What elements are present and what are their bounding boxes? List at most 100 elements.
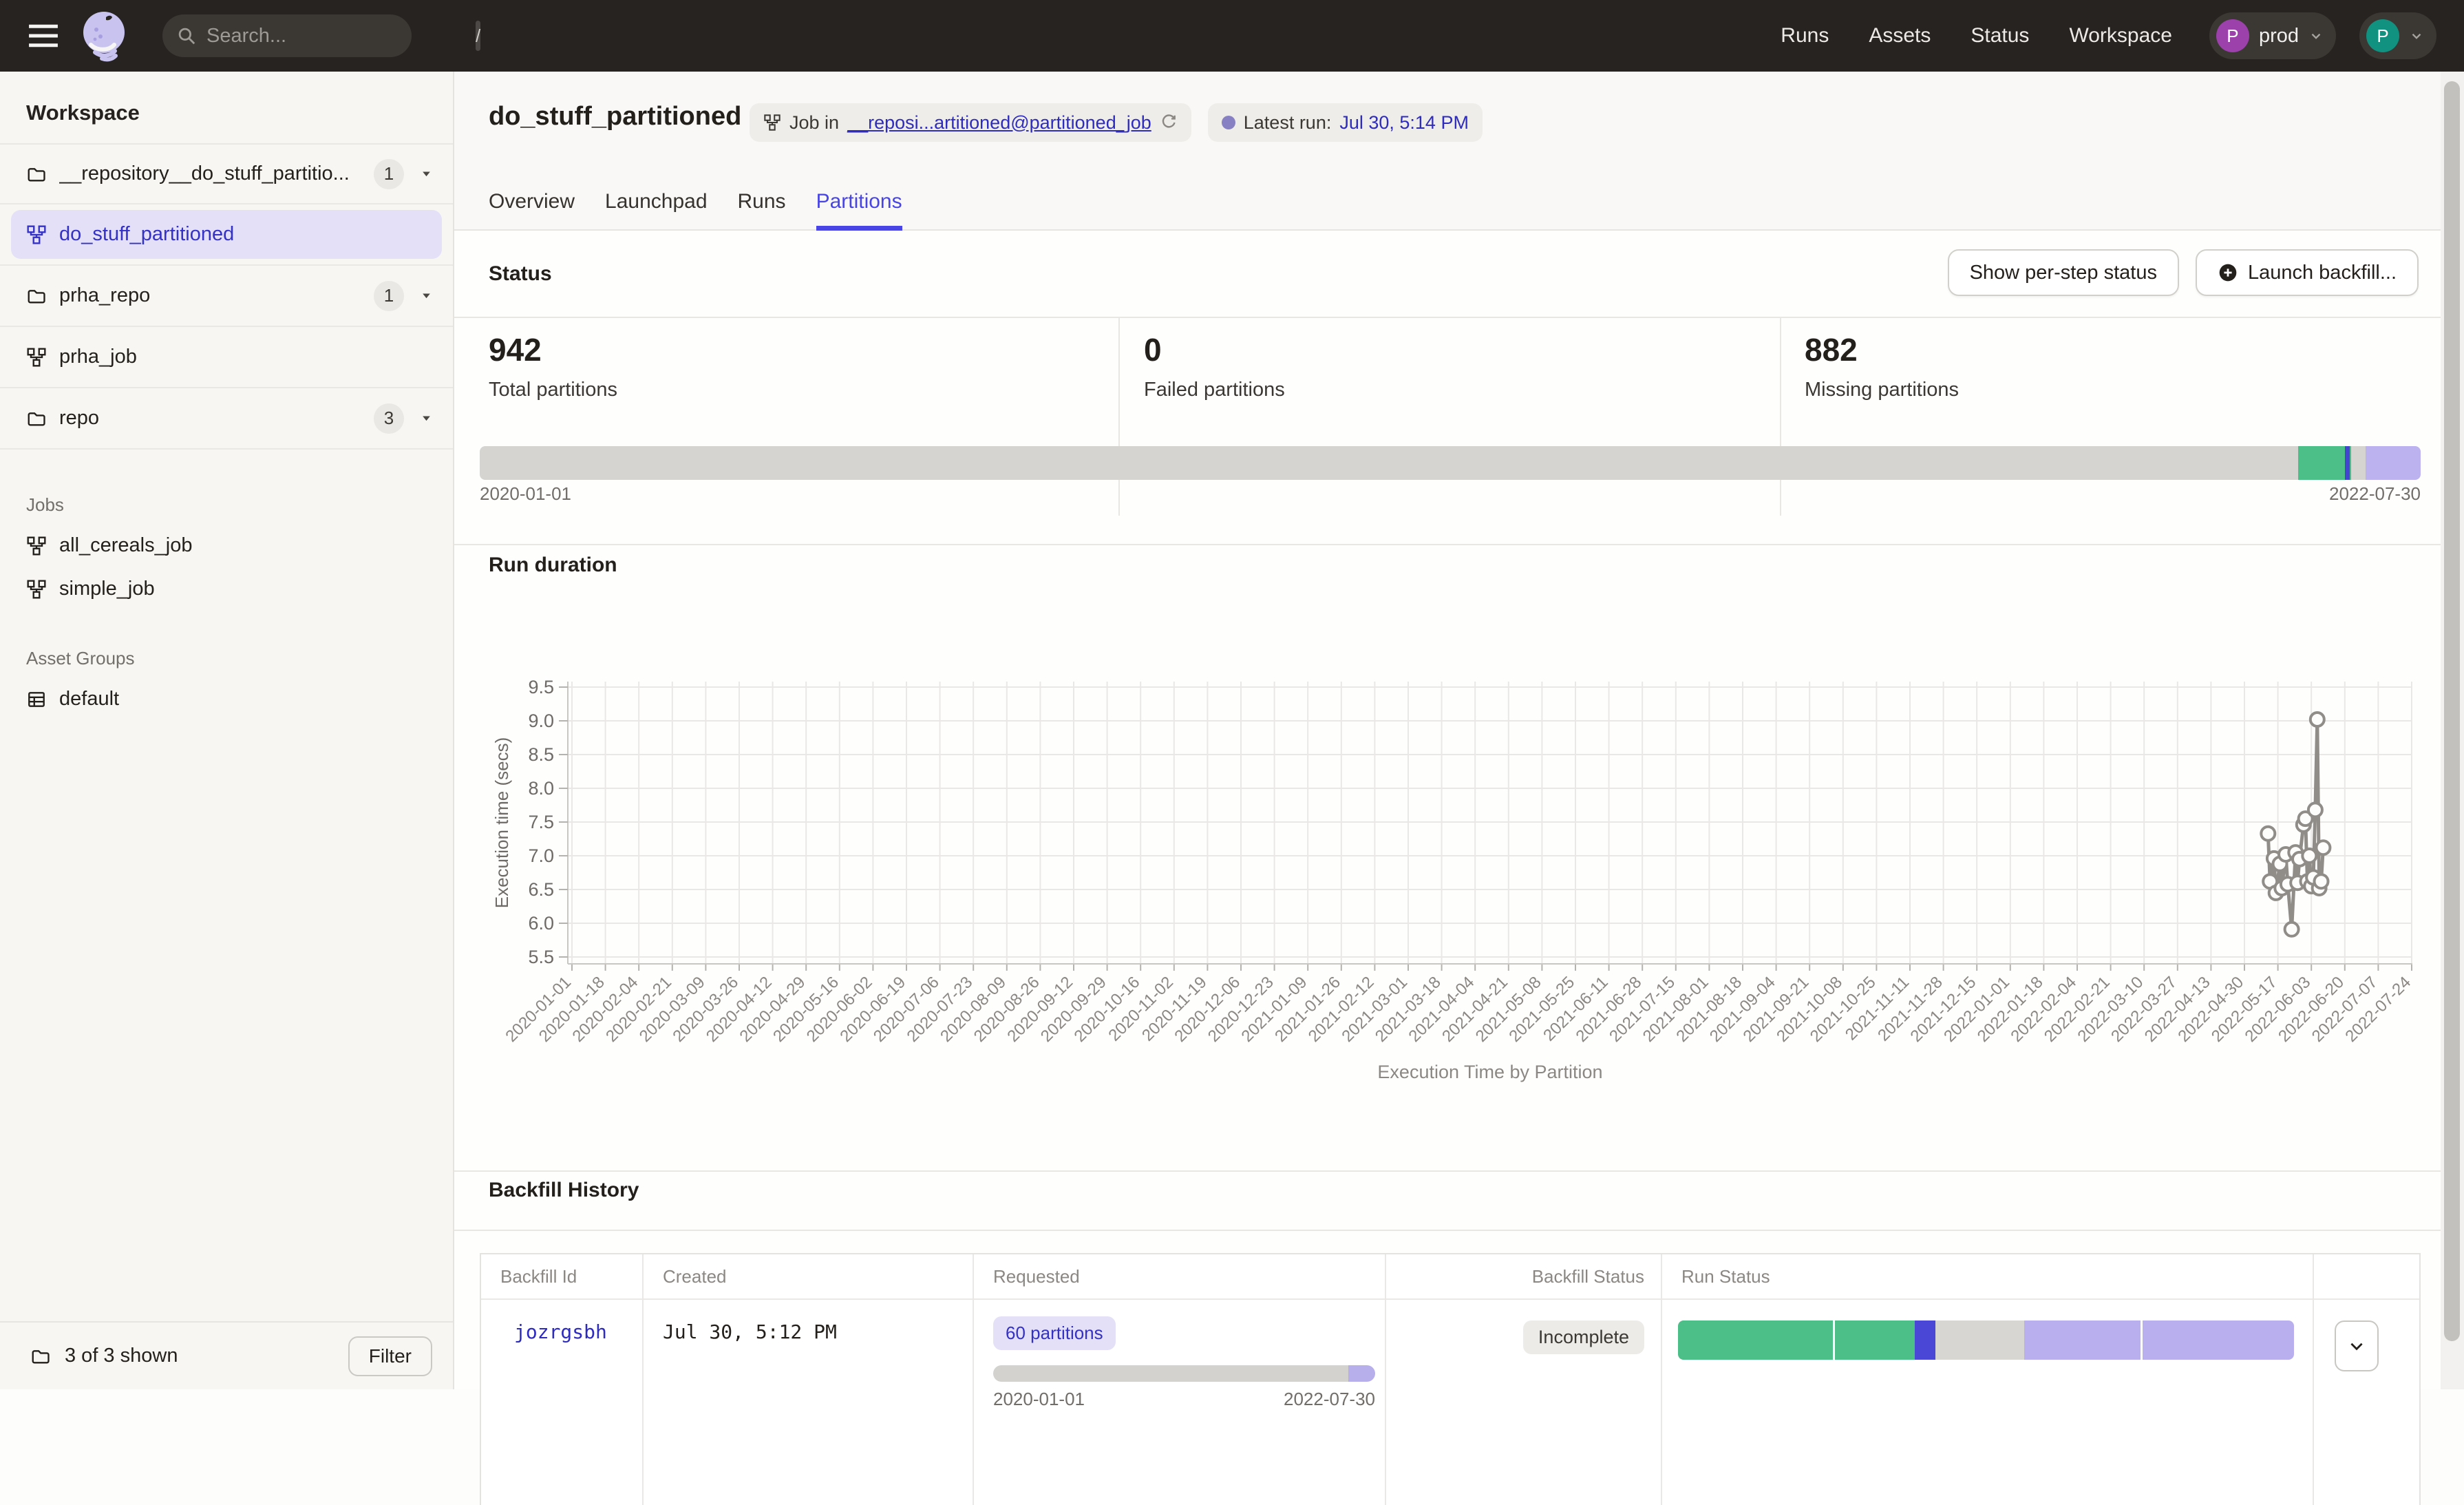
backfill-id-link[interactable]: jozrgsbh xyxy=(481,1298,644,1505)
deployment-label: prod xyxy=(2259,25,2299,48)
topnav-links: Runs Assets Status Workspace xyxy=(1781,24,2172,48)
y-tick-label: 6.5 xyxy=(528,879,554,900)
column-header-backfill-id: Backfill Id xyxy=(481,1254,644,1298)
stat-label: Total partitions xyxy=(489,379,617,401)
expand-caret-icon[interactable] xyxy=(421,168,432,180)
sidebar-section-label: Jobs xyxy=(0,494,453,516)
stat-value: 942 xyxy=(489,332,617,368)
sidebar-item-label: __repository__do_stuff_partitio... xyxy=(59,162,350,185)
backfill-created: Jul 30, 5:12 PM xyxy=(644,1298,974,1505)
data-point xyxy=(2261,827,2275,841)
nav-link-workspace[interactable]: Workspace xyxy=(2069,24,2172,48)
hamburger-menu-icon[interactable] xyxy=(28,24,59,48)
y-axis-label: Execution time (secs) xyxy=(491,737,512,909)
data-point xyxy=(2311,713,2324,726)
sidebar-item-repo[interactable]: repo3 xyxy=(0,388,453,450)
backfill-requested-cell: 60 partitions2020-01-012022-07-30 xyxy=(974,1298,1386,1505)
job-icon xyxy=(763,114,781,131)
nav-link-status[interactable]: Status xyxy=(1971,24,2029,48)
sidebar-item--repository-do-stuff-partitio-[interactable]: __repository__do_stuff_partitio... 1 xyxy=(0,143,453,204)
y-tick-label: 7.5 xyxy=(528,812,554,832)
repository-list: __repository__do_stuff_partitio... 1 do_st… xyxy=(0,143,453,450)
launch-backfill-button[interactable]: Launch backfill... xyxy=(2196,249,2419,296)
latest-run-link[interactable]: Jul 30, 5:14 PM xyxy=(1339,112,1469,134)
partition-status-bar[interactable] xyxy=(480,446,2421,480)
folder-icon xyxy=(26,408,47,429)
expand-row-button[interactable] xyxy=(2335,1320,2379,1371)
reload-icon[interactable] xyxy=(1160,114,1178,131)
sidebar-section-asset-groups: Asset Groups default xyxy=(0,648,453,721)
backfill-history-heading: Backfill History xyxy=(489,1179,639,1202)
search-shortcut-key: / xyxy=(476,21,480,51)
chart-caption: Execution Time by Partition xyxy=(1377,1062,1602,1082)
job-count-badge: 1 xyxy=(374,159,404,189)
sidebar-item-all_cereals_job[interactable]: all_cereals_job xyxy=(0,524,453,567)
job-location-prefix: Job in xyxy=(789,112,839,134)
tab-overview[interactable]: Overview xyxy=(489,190,575,231)
y-tick-label: 8.0 xyxy=(528,778,554,799)
show-per-step-status-button[interactable]: Show per-step status xyxy=(1948,249,2179,296)
sidebar-item-label: do_stuff_partitioned xyxy=(59,223,234,246)
column-header-expand xyxy=(2314,1254,2419,1298)
run-status-segment xyxy=(1835,1320,1915,1360)
job-location-link[interactable]: __reposi...artitioned@partitioned_job xyxy=(847,112,1151,134)
job-count-badge: 1 xyxy=(374,281,404,311)
sidebar-item-label: prha_job xyxy=(59,346,137,368)
scrollbar-track[interactable] xyxy=(2441,72,2464,1389)
tab-runs[interactable]: Runs xyxy=(738,190,786,231)
partition-range-start: 2020-01-01 xyxy=(480,483,571,505)
main-content: do_stuff_partitioned Job in __reposi...a… xyxy=(454,72,2443,1389)
filter-button[interactable]: Filter xyxy=(348,1336,432,1376)
data-point xyxy=(2285,923,2299,936)
user-avatar: P xyxy=(2366,19,2399,52)
folder-icon xyxy=(30,1346,51,1367)
sidebar-item-default[interactable]: default xyxy=(0,677,453,721)
stat-value: 0 xyxy=(1144,332,1285,368)
requested-range-end: 2022-07-30 xyxy=(1284,1389,1375,1410)
run-status-bar[interactable] xyxy=(1678,1320,2294,1360)
sidebar-entry-label: default xyxy=(59,688,119,711)
tab-launchpad[interactable]: Launchpad xyxy=(605,190,707,231)
run-duration-heading: Run duration xyxy=(489,554,617,577)
search-input[interactable] xyxy=(206,25,466,48)
workspace-sidebar: Workspace __repository__do_stuff_partiti… xyxy=(0,72,454,1389)
grid-icon xyxy=(26,689,47,710)
column-header-run-status: Run Status xyxy=(1662,1254,2314,1298)
stat-value: 882 xyxy=(1805,332,1959,368)
expand-caret-icon[interactable] xyxy=(421,290,432,302)
job-location-badge: Job in __reposi...artitioned@partitioned… xyxy=(750,103,1191,142)
repos-shown-count: 3 of 3 shown xyxy=(65,1345,178,1367)
chevron-down-icon xyxy=(2308,28,2324,43)
job-icon xyxy=(26,347,47,368)
latest-run-badge: Latest run: Jul 30, 5:14 PM xyxy=(1208,103,1483,142)
folder-icon xyxy=(26,286,47,306)
page-title: do_stuff_partitioned xyxy=(489,102,741,131)
nav-link-assets[interactable]: Assets xyxy=(1869,24,1931,48)
sidebar-item-prha-job[interactable]: prha_job xyxy=(0,327,453,388)
user-menu[interactable]: P xyxy=(2359,12,2436,59)
y-tick-label: 7.0 xyxy=(528,845,554,866)
sidebar-section-label: Asset Groups xyxy=(0,648,453,669)
requested-partitions-badge[interactable]: 60 partitions xyxy=(993,1316,1116,1350)
backfill-status-badge: Incomplete xyxy=(1523,1320,1644,1354)
search-box[interactable]: / xyxy=(162,14,412,57)
deployment-switcher[interactable]: P prod xyxy=(2209,12,2336,59)
sidebar-item-simple_job[interactable]: simple_job xyxy=(0,567,453,611)
latest-run-label: Latest run: xyxy=(1244,112,1332,134)
dagster-logo-icon[interactable] xyxy=(78,9,129,63)
y-tick-label: 9.0 xyxy=(528,711,554,731)
nav-link-runs[interactable]: Runs xyxy=(1781,24,1829,48)
sidebar-item-do-stuff-partitioned[interactable]: do_stuff_partitioned xyxy=(0,204,453,266)
scrollbar-thumb[interactable] xyxy=(2444,81,2460,1341)
run-status-segment xyxy=(1678,1320,1833,1360)
partition-bar-segment xyxy=(480,446,2298,480)
sidebar-item-prha-repo[interactable]: prha_repo1 xyxy=(0,266,453,327)
stat-label: Missing partitions xyxy=(1805,379,1959,401)
run-status-segment xyxy=(1935,1320,2024,1360)
expand-caret-icon[interactable] xyxy=(421,412,432,424)
stat-label: Failed partitions xyxy=(1144,379,1285,401)
sidebar-entry-label: simple_job xyxy=(59,578,155,600)
table-header-row: Backfill IdCreatedRequestedBackfill Stat… xyxy=(481,1254,2419,1298)
tab-partitions[interactable]: Partitions xyxy=(816,190,902,231)
data-point xyxy=(2316,841,2330,854)
